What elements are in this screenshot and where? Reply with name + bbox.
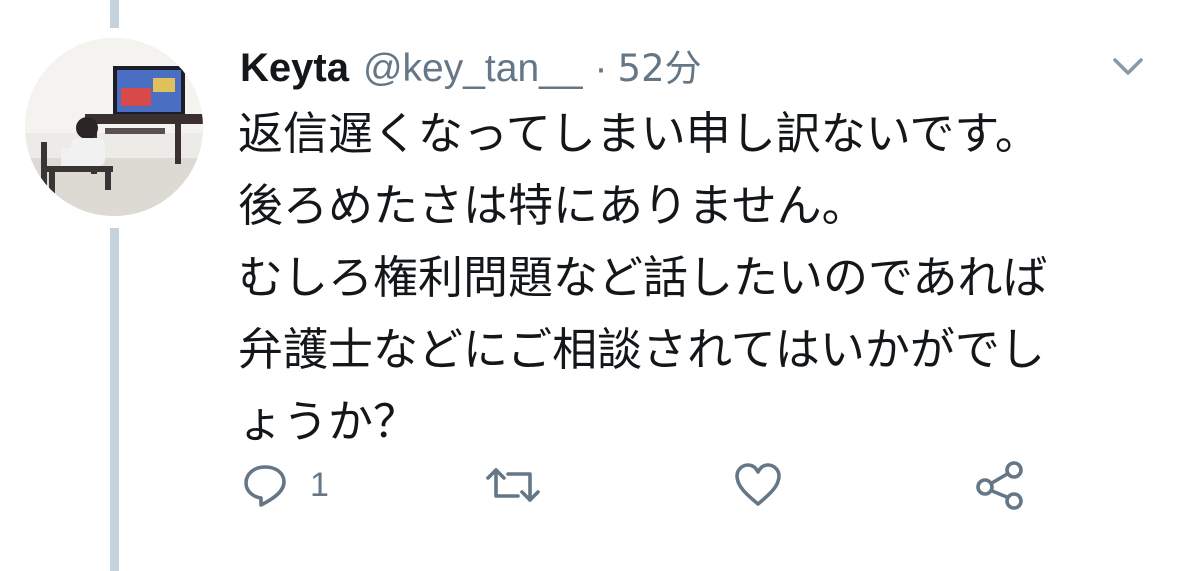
tweet-text-line: 後ろめたさは特にありません。 [238,179,867,232]
avatar[interactable] [25,38,203,216]
share-icon [976,461,1023,510]
retweet-icon [486,468,540,502]
like-button[interactable] [733,455,783,515]
tweet-timestamp[interactable]: 52分 [618,38,702,92]
separator-dot: · [594,47,608,90]
thread-line-bottom [110,228,119,571]
reply-button[interactable]: 1 [242,455,329,515]
tweet-header: Keyta @key_tan__ · 52分 [240,38,702,94]
tweet[interactable]: Keyta @key_tan__ · 52分 返信遅くなってしまい申し訳ないです… [0,0,1200,571]
thread-line-top [110,0,119,28]
avatar-image [25,38,203,216]
tweet-menu-button[interactable] [1110,55,1146,79]
heart-icon [735,463,781,506]
tweet-text-line: ょうか？ [238,395,419,448]
reply-icon [244,465,286,507]
retweet-button[interactable] [484,455,542,515]
share-button[interactable] [974,455,1026,515]
tweet-text: 返信遅くなってしまい申し訳ないです。 後ろめたさは特にありません。 むしろ権利問… [238,98,1178,458]
tweet-text-line: むしろ権利問題など話したいのであれば [238,251,1048,304]
reply-count: 1 [310,465,329,504]
tweet-text-line: 弁護士などにご相談されてはいかがでし [238,323,1045,376]
chevron-down-icon [1113,58,1143,75]
tweet-actions: 1 [0,455,1200,515]
display-name[interactable]: Keyta [240,46,349,91]
user-handle[interactable]: @key_tan__ [363,47,583,91]
tweet-text-line: 返信遅くなってしまい申し訳ないです。 [238,107,1040,160]
